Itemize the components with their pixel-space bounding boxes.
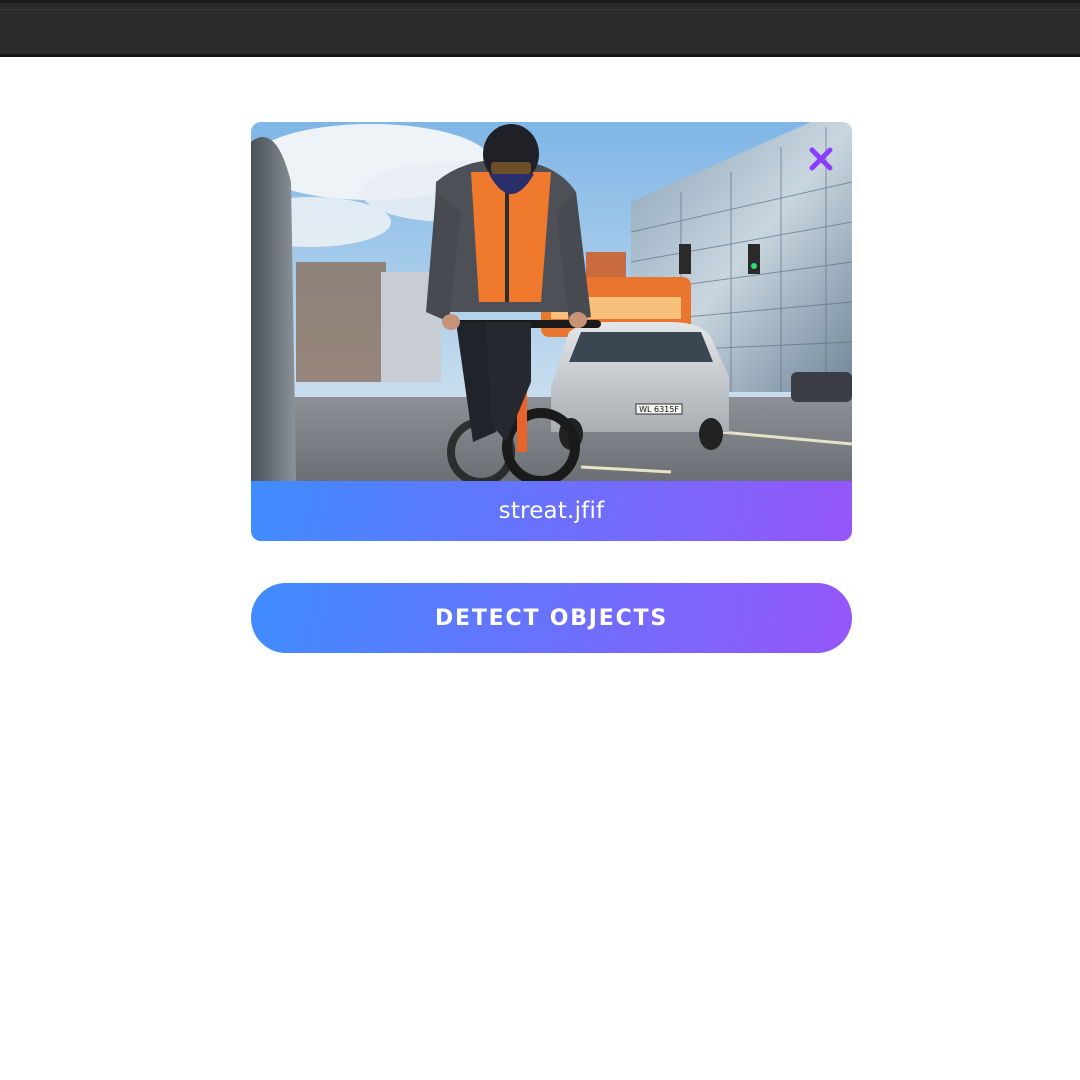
filename-text: streat.jfif xyxy=(498,498,605,524)
detect-objects-button[interactable]: DETECT OBJECTS xyxy=(251,583,852,653)
close-icon[interactable] xyxy=(808,146,834,172)
image-preview: WL 6315F xyxy=(251,122,852,481)
filename-label-bar: streat.jfif xyxy=(251,481,852,541)
detect-objects-label: DETECT OBJECTS xyxy=(434,605,669,631)
uploaded-image-card: WL 6315F streat.jfif xyxy=(251,122,852,541)
window-top-bar xyxy=(0,0,1080,57)
topbar-divider xyxy=(0,9,1080,10)
license-plate-text: WL 6315F xyxy=(639,405,679,414)
